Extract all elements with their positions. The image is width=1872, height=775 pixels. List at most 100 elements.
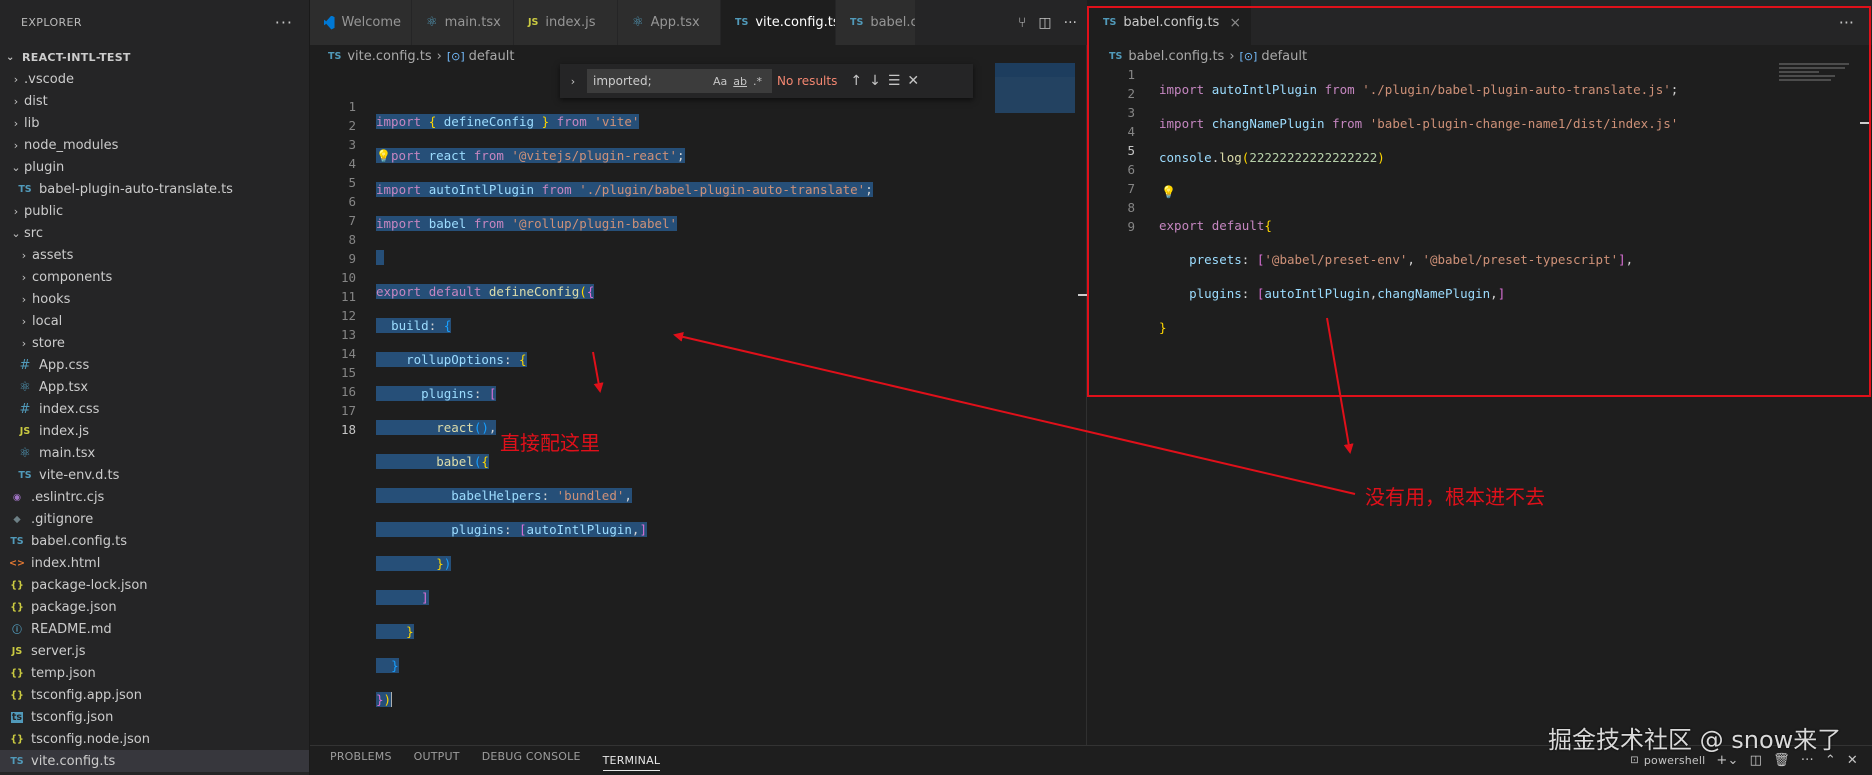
panel-tab-problems[interactable]: PROBLEMS [330,750,392,771]
javascript-file-icon: JS [11,645,23,657]
tree-folder[interactable]: › public [0,200,309,222]
breadcrumb-symbol[interactable]: default [1261,49,1307,64]
line-number: 9 [1127,219,1135,234]
terminal-name[interactable]: powershell [1644,754,1706,767]
tree-folder[interactable]: ⌄ plugin [0,156,309,178]
code-content[interactable]: import autoIntlPlugin from './plugin/bab… [1159,65,1678,401]
tree-file[interactable]: ⓘ README.md [0,618,309,640]
breadcrumb-symbol[interactable]: default [469,49,515,64]
tree-file[interactable]: {} temp.json [0,662,309,684]
minimap-right[interactable] [1779,63,1859,83]
tree-file[interactable]: JS server.js [0,640,309,662]
tab-app-tsx[interactable]: ⚛ App.tsx [618,0,721,45]
code-editor-vite-config[interactable]: 1 2 3 4 5 6 7 8 9 10 11 12 13 14 15 16 17 18 import { def… [310,67,1087,745]
tree-folder[interactable]: › dist [0,90,309,112]
info-file-icon: ⓘ [12,625,22,636]
editor-split-sash[interactable] [1086,45,1087,745]
tree-folder[interactable]: › lib [0,112,309,134]
tree-file[interactable]: ⚛ App.tsx [0,376,309,398]
tree-file[interactable]: ◆ .gitignore [0,508,309,530]
previous-match-icon[interactable]: ↑ [850,73,862,89]
tab-babel-config[interactable]: TS babel.config.ts × [1089,0,1253,45]
lightbulb-icon[interactable]: 💡 [1161,185,1176,199]
tree-file[interactable]: JS index.js [0,420,309,442]
code-line: plugins: [autoIntlPlugin,changNamePlugin… [1189,286,1506,301]
trash-icon[interactable]: 🗑 [1773,753,1790,768]
tree-file[interactable]: ⚛ main.tsx [0,442,309,464]
panel-tab-terminal[interactable]: TERMINAL [602,754,661,771]
explorer-more-actions-icon[interactable]: ··· [275,13,293,32]
tree-file[interactable]: ts tsconfig.json [0,706,309,728]
vscode-icon [324,15,335,30]
chevron-right-icon: › [436,48,442,64]
chevron-right-icon: › [13,138,19,152]
next-match-icon[interactable]: ↓ [869,73,881,89]
tree-file[interactable]: {} tsconfig.app.json [0,684,309,706]
split-editor-icon[interactable]: ◫ [1038,15,1051,31]
tree-folder[interactable]: › components [0,266,309,288]
tree-file[interactable]: TS vite.config.ts [0,750,309,772]
tree-file[interactable]: ◉ .eslintrc.cjs [0,486,309,508]
code-line: import babel from '@rollup/plugin-babel' [376,216,678,231]
tree-file[interactable]: <> index.html [0,552,309,574]
maximize-panel-icon[interactable]: ⌃ [1825,753,1836,768]
tree-file[interactable]: TS vite-env.d.ts [0,464,309,486]
panel-tab-debug-console[interactable]: DEBUG CONSOLE [482,750,581,771]
tree-file[interactable]: {} tsconfig.node.json [0,728,309,750]
new-terminal-icon[interactable]: +⌄ [1716,753,1738,768]
project-root[interactable]: ⌄ REACT-INTL-TEST [0,46,309,68]
tree-folder[interactable]: › store [0,332,309,354]
tree-item-label: tsconfig.app.json [31,687,142,703]
code-content[interactable]: import { defineConfig } from 'vite' 💡por… [376,97,873,739]
split-terminal-icon[interactable]: ◫ [1750,753,1762,768]
chevron-right-icon: › [13,72,19,86]
tree-item-label: store [32,335,65,351]
panel-tab-output[interactable]: OUTPUT [414,750,460,771]
tree-file[interactable]: {} package.json [0,596,309,618]
tree-item-label: index.css [39,401,100,417]
more-actions-icon[interactable]: ··· [1821,0,1872,45]
close-find-icon[interactable]: ✕ [907,73,919,89]
tab-welcome[interactable]: Welcome [310,0,412,45]
tree-item-label: temp.json [31,665,96,681]
tree-folder[interactable]: › hooks [0,288,309,310]
lightbulb-icon[interactable]: 💡 [376,149,391,163]
chevron-right-icon: › [21,314,27,328]
tree-file[interactable]: # App.css [0,354,309,376]
tab-main-tsx[interactable]: ⚛ main.tsx [412,0,514,45]
tree-folder[interactable]: › node_modules [0,134,309,156]
overview-ruler-mark [1860,122,1870,124]
source-control-graph-icon[interactable]: ⑂ [1018,15,1026,31]
match-case-icon[interactable]: Aa [713,75,727,88]
breadcrumb-file[interactable]: vite.config.ts [347,49,431,64]
tree-file[interactable]: TS babel-plugin-auto-translate.ts [0,178,309,200]
code-editor-babel-config[interactable]: 1 2 3 4 5 6 7 8 9 import autoIntlPlugin from './… [1089,67,1872,745]
regex-icon[interactable]: .* [753,75,762,88]
tree-folder[interactable]: › local [0,310,309,332]
close-tab-icon[interactable]: × [1229,15,1241,31]
more-actions-icon[interactable]: ··· [1801,753,1814,768]
toggle-replace-chevron-icon[interactable]: › [566,75,580,88]
line-number: 7 [1127,181,1135,196]
tree-folder[interactable]: › assets [0,244,309,266]
code-line: import autoIntlPlugin from './plugin/bab… [1159,82,1679,97]
code-line: import { defineConfig } from 'vite' [376,114,640,129]
tree-folder[interactable]: › .vscode [0,68,309,90]
whole-word-icon[interactable]: ab [733,75,747,88]
minimap-slider[interactable] [995,63,1075,77]
tab-index-js[interactable]: JS index.js [514,0,618,45]
react-file-icon: ⚛ [632,15,644,30]
close-panel-icon[interactable]: ✕ [1847,753,1858,768]
tree-file[interactable]: {} package-lock.json [0,574,309,596]
tree-file[interactable]: # index.css [0,398,309,420]
more-actions-icon[interactable]: ··· [1064,15,1077,31]
tab-vite-config-ts[interactable]: TSvite.config.ts× [721,0,836,45]
tree-file[interactable]: TS babel.config.ts [0,530,309,552]
tab-label: main.tsx [444,15,501,30]
tab-babel-conf[interactable]: TS babel.conf [836,0,916,45]
find-in-selection-icon[interactable]: ☰ [888,73,901,89]
breadcrumb-file[interactable]: babel.config.ts [1128,49,1224,64]
line-number: 15 [340,365,356,380]
tree-folder[interactable]: ⌄ src [0,222,309,244]
react-file-icon: ⚛ [19,379,31,395]
